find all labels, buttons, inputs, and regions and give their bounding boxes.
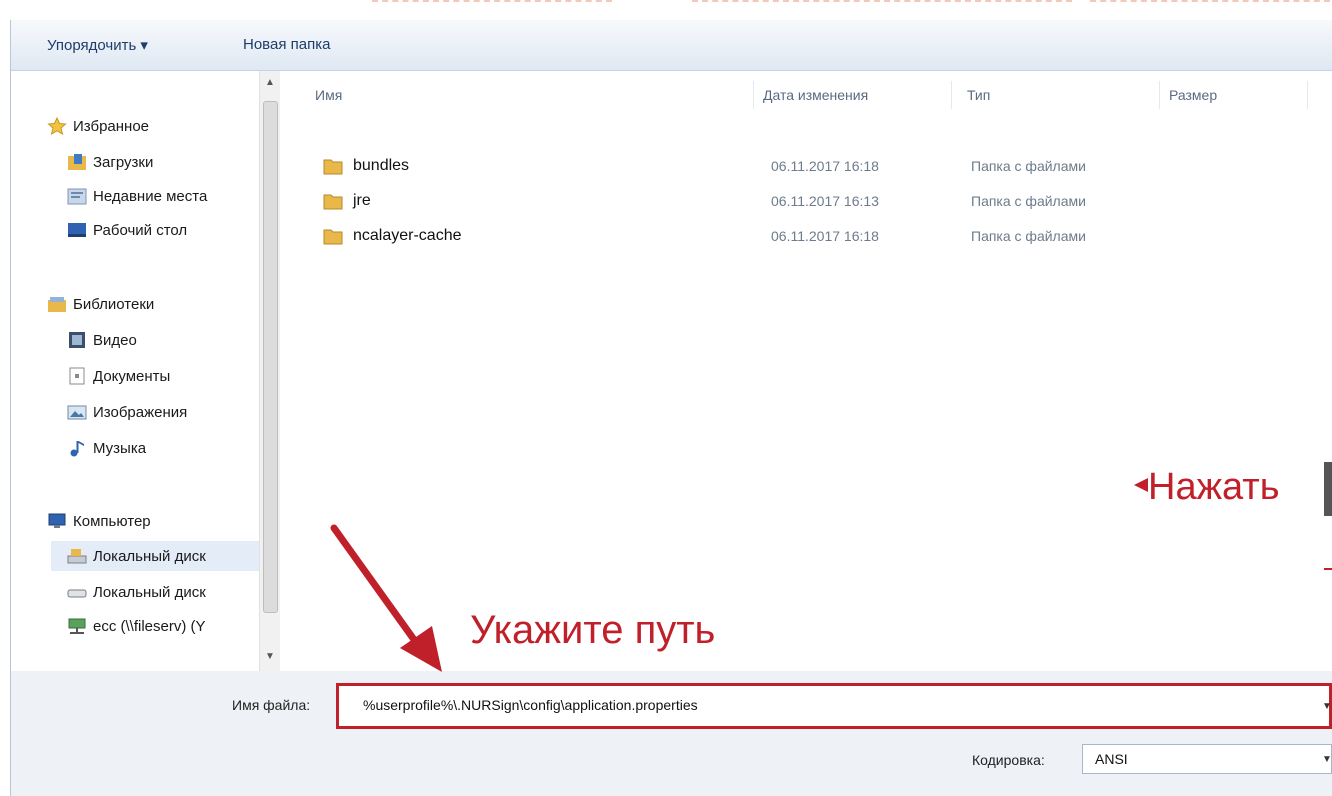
nav-item-desktop[interactable]: Рабочий стол [67, 215, 187, 245]
recent-places-icon [67, 188, 87, 205]
nav-item-video[interactable]: Видео [67, 325, 137, 355]
file-type: Папка с файлами [971, 228, 1086, 244]
dashed-guide [372, 0, 612, 2]
nav-scrollbar[interactable]: ▲ ▼ [259, 71, 280, 671]
chevron-down-icon[interactable]: ▼ [1322, 701, 1332, 712]
dashed-guide [1090, 0, 1330, 2]
nav-label: Рабочий стол [93, 221, 188, 239]
dashed-guide [692, 0, 1072, 2]
nav-label: Видео [93, 331, 137, 349]
star-icon [47, 117, 67, 135]
nav-item-documents[interactable]: Документы [67, 361, 170, 391]
annotation-mark [1324, 568, 1332, 570]
file-name: bundles [353, 157, 410, 174]
nav-libraries[interactable]: Библиотеки [47, 289, 154, 319]
downloads-icon [68, 154, 86, 170]
encoding-select[interactable]: ANSI [1082, 744, 1332, 774]
filename-label: Имя файла: [232, 697, 311, 713]
column-divider [1307, 81, 1308, 109]
folder-icon [323, 159, 343, 175]
video-icon [69, 332, 85, 348]
encoding-label: Кодировка: [972, 752, 1045, 768]
file-row[interactable]: bundles 06.11.2017 16:18 Папка с файлами [323, 151, 1086, 181]
nav-item-downloads[interactable]: Загрузки [67, 147, 153, 177]
file-date: 06.11.2017 16:18 [771, 158, 879, 174]
top-strip [0, 0, 1332, 20]
nav-item-pictures[interactable]: Изображения [67, 397, 187, 427]
annotation-arrow-icon [330, 524, 442, 672]
libraries-icon [48, 297, 66, 312]
drive-icon [67, 589, 87, 598]
organize-button[interactable]: Упорядочить ▾ [47, 36, 148, 54]
save-dialog: Упорядочить ▾ Новая папка Избранное Загр… [10, 20, 1332, 796]
file-name: ncalayer-cache [353, 227, 462, 244]
annotation-press-hint: Нажать [1148, 466, 1280, 508]
music-icon [70, 441, 84, 457]
filename-field-frame [336, 683, 1332, 729]
nav-favorites[interactable]: Избранное [47, 111, 149, 141]
new-folder-button[interactable]: Новая папка [243, 36, 330, 53]
nav-label: Загрузки [93, 153, 154, 171]
column-header-date[interactable]: Дата изменения [763, 87, 868, 103]
desktop-icon [68, 223, 86, 237]
folder-icon [323, 229, 343, 245]
chevron-down-icon[interactable]: ▼ [1322, 754, 1332, 765]
column-divider [753, 81, 754, 109]
filename-input[interactable] [339, 686, 1303, 724]
button-edge[interactable] [1324, 462, 1332, 516]
nav-item-local-disk-d[interactable]: Локальный диск [67, 577, 206, 607]
column-divider [1159, 81, 1160, 109]
nav-item-recent[interactable]: Недавние места [67, 181, 207, 211]
encoding-value: ANSI [1095, 751, 1128, 767]
system-drive-icon [67, 549, 87, 564]
file-type: Папка с файлами [971, 193, 1086, 209]
nav-label: Локальный диск [93, 547, 206, 565]
nav-label: ecc (\\fileserv) (Y [93, 617, 206, 635]
nav-computer[interactable]: Компьютер [47, 506, 151, 536]
file-type: Папка с файлами [971, 158, 1086, 174]
column-divider [951, 81, 952, 109]
annotation-path-hint: Укажите путь [470, 608, 716, 652]
file-row[interactable]: ncalayer-cache 06.11.2017 16:18 Папка с … [323, 221, 1086, 251]
column-header-type[interactable]: Тип [967, 87, 990, 103]
computer-icon [48, 513, 66, 528]
nav-label: Библиотеки [73, 295, 155, 313]
column-header-size[interactable]: Размер [1169, 87, 1217, 103]
nav-item-network-drive[interactable]: ecc (\\fileserv) (Y [67, 611, 206, 641]
scroll-thumb[interactable] [263, 101, 278, 613]
nav-label: Документы [93, 367, 171, 385]
toolbar: Упорядочить ▾ Новая папка [11, 20, 1332, 71]
nav-label: Компьютер [73, 512, 151, 530]
pictures-icon [67, 405, 87, 420]
nav-label: Недавние места [93, 187, 208, 205]
file-date: 06.11.2017 16:18 [771, 228, 879, 244]
folder-icon [323, 194, 343, 210]
nav-label: Изображения [93, 403, 188, 421]
annotation-pointer-icon [1134, 478, 1148, 492]
scroll-up-icon[interactable]: ▲ [265, 77, 275, 88]
documents-icon [69, 367, 85, 385]
nav-item-music[interactable]: Музыка [67, 433, 146, 463]
nav-label: Музыка [93, 439, 147, 457]
network-drive-icon [68, 618, 86, 634]
file-name: jre [353, 192, 371, 209]
nav-item-local-disk-c[interactable]: Локальный диск [51, 541, 261, 571]
nav-label: Избранное [73, 117, 150, 135]
navigation-pane: Избранное Загрузки Недавние места Рабочи… [11, 71, 283, 671]
column-header-name[interactable]: Имя [315, 87, 342, 103]
scroll-down-icon[interactable]: ▼ [265, 651, 275, 662]
file-date: 06.11.2017 16:13 [771, 193, 879, 209]
file-row[interactable]: jre 06.11.2017 16:13 Папка с файлами [323, 186, 1086, 216]
nav-label: Локальный диск [93, 583, 206, 601]
